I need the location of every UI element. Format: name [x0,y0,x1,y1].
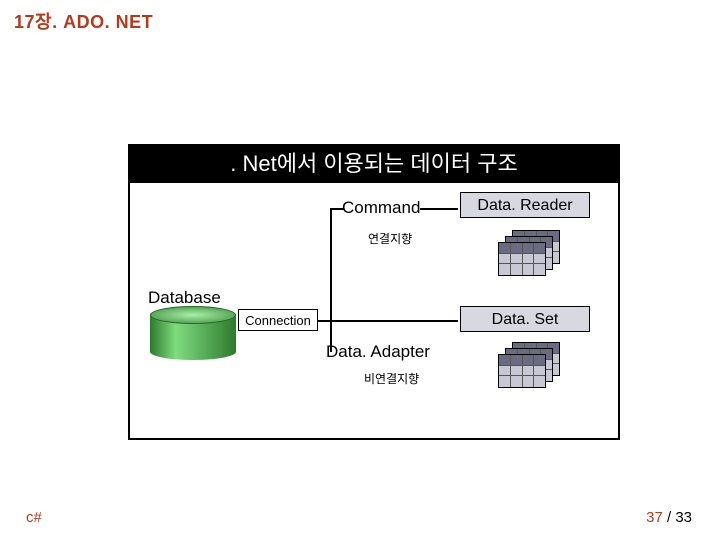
connector-line [420,208,458,210]
slide-root: 17장. ADO. NET . Net에서 이용되는 데이터 구조 Databa… [0,0,720,540]
page-total: 33 [675,509,692,526]
table-stack-icon [498,342,558,388]
disconnected-oriented-label: 비연결지향 [364,370,419,387]
page-sep: / [663,509,676,526]
dataset-box: Data. Set [460,306,590,332]
connected-oriented-label: 연결지향 [368,230,412,247]
footer-language: c# [26,509,42,526]
diagram-title: . Net에서 이용되는 데이터 구조 [129,145,619,183]
connection-box: Connection [238,309,318,331]
table-stack-icon [498,230,558,276]
page-current: 37 [646,509,663,526]
database-label: Database [148,288,221,308]
datareader-box: Data. Reader [460,192,590,218]
diagram-frame: . Net에서 이용되는 데이터 구조 Database Connection … [128,144,620,440]
dataadapter-label: Data. Adapter [326,342,430,362]
database-icon [150,306,236,360]
connector-line [330,210,332,321]
command-label: Command [342,198,420,218]
connector-line [318,320,458,322]
chapter-heading: 17장. ADO. NET [14,8,153,34]
page-number: 37 / 33 [646,509,692,526]
